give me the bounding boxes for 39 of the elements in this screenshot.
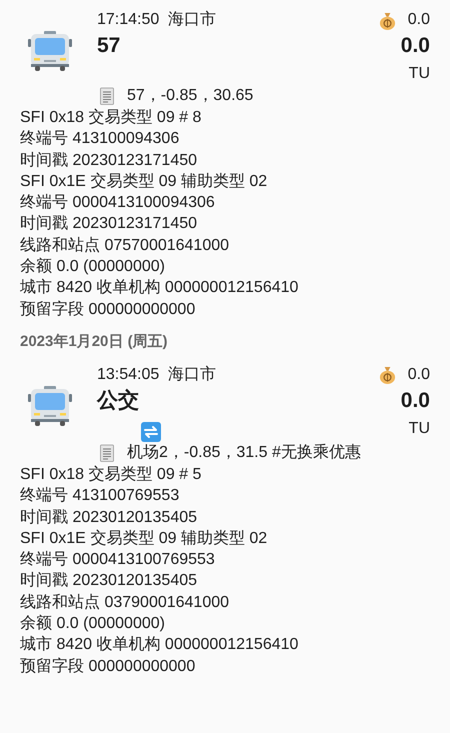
currency-unit: TU [408,64,430,84]
detail-line: 时间戳 20230123171450 [20,150,198,171]
detail-line: 终端号 0000413100769553 [20,550,216,570]
note-text: 机场2，-0.85，31.5 #无换乘优惠 [127,442,361,463]
fee-value: 0.0 [408,364,430,385]
detail-line: 预留字段 000000000000 [20,300,196,320]
detail-line: 时间戳 20230123171450 [20,214,198,234]
currency-unit: TU [408,418,430,439]
detail-line: 终端号 0000413100094306 [20,192,216,214]
detail-line: 终端号 413100094306 [20,128,180,150]
route-name: 公交 [97,388,139,414]
detail-line: SFI 0x1E 交易类型 09 辅助类型 02 [20,172,268,192]
fee-value: 0.0 [408,10,430,30]
detail-line: 城市 8420 收单机构 000000012156410 [20,634,300,656]
time-city: 13:54:05 海口市 [97,364,216,385]
detail-line: 时间戳 20230120135405 [20,508,198,528]
money-bag-icon [378,365,396,384]
date-header: 2023年1月20日 (周五) [20,332,169,352]
detail-line: 余额 0.0 (00000000) [20,614,166,634]
route-name: 57 [97,33,120,59]
detail-line: SFI 0x1E 交易类型 09 辅助类型 02 [20,528,268,549]
amount-value: 0.0 [400,388,430,414]
time-city: 17:14:50 海口市 [97,10,216,30]
bus-icon [28,31,72,71]
note-icon [100,444,114,462]
detail-line: 预留字段 000000000000 [20,656,196,677]
detail-line: SFI 0x18 交易类型 09 # 5 [20,464,202,485]
detail-line: 线路和站点 03790001641000 [20,592,230,613]
note-icon [100,87,114,105]
detail-line: 时间戳 20230120135405 [20,570,198,592]
detail-line: SFI 0x18 交易类型 09 # 8 [20,108,202,128]
note-text: 57，-0.85，30.65 [127,86,254,106]
bus-icon [28,386,72,426]
detail-line: 线路和站点 07570001641000 [20,236,230,256]
money-bag-icon [378,10,396,30]
detail-line: 终端号 413100769553 [20,486,180,506]
detail-line: 余额 0.0 (00000000) [20,256,166,278]
detail-line: 城市 8420 收单机构 000000012156410 [20,278,300,298]
amount-value: 0.0 [400,33,430,59]
